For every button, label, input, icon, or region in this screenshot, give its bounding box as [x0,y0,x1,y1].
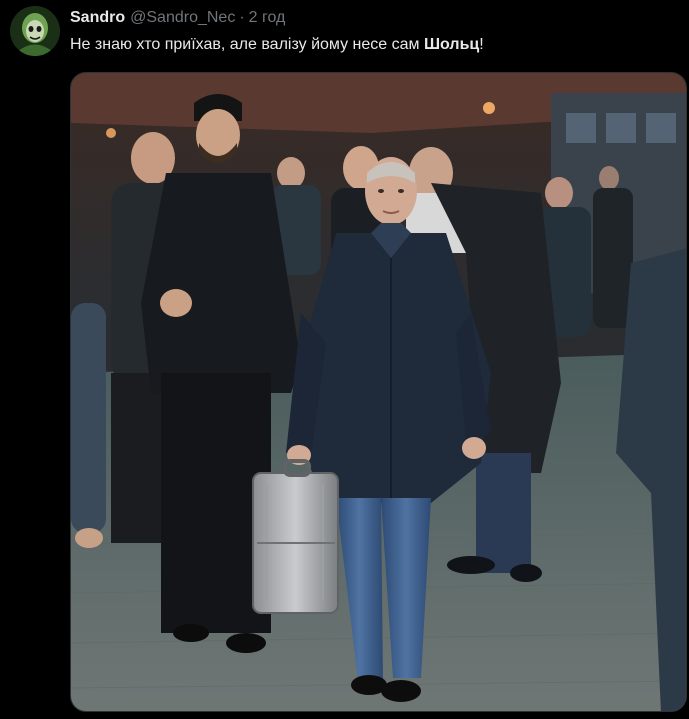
author-name[interactable]: Sandro [70,9,125,27]
tweet-photo[interactable] [70,72,687,712]
tweet-time[interactable]: 2 год [249,9,286,27]
avatar[interactable] [10,6,60,56]
tweet[interactable]: Sandro @Sandro_Nec · 2 год Не знаю хто п… [0,0,689,719]
author-handle[interactable]: @Sandro_Nec [130,9,235,27]
tweet-text-end: ! [479,36,484,53]
tweet-text-plain: Не знаю хто приїхав, але валізу йому нес… [70,36,424,53]
photo-illustration [71,73,686,711]
tweet-text-bold: Шольц [423,36,480,53]
tweet-header: Sandro @Sandro_Nec · 2 год [70,8,285,28]
tweet-text: Не знаю хто приїхав, але валізу йому нес… [70,34,484,56]
separator-dot: · [239,9,245,26]
